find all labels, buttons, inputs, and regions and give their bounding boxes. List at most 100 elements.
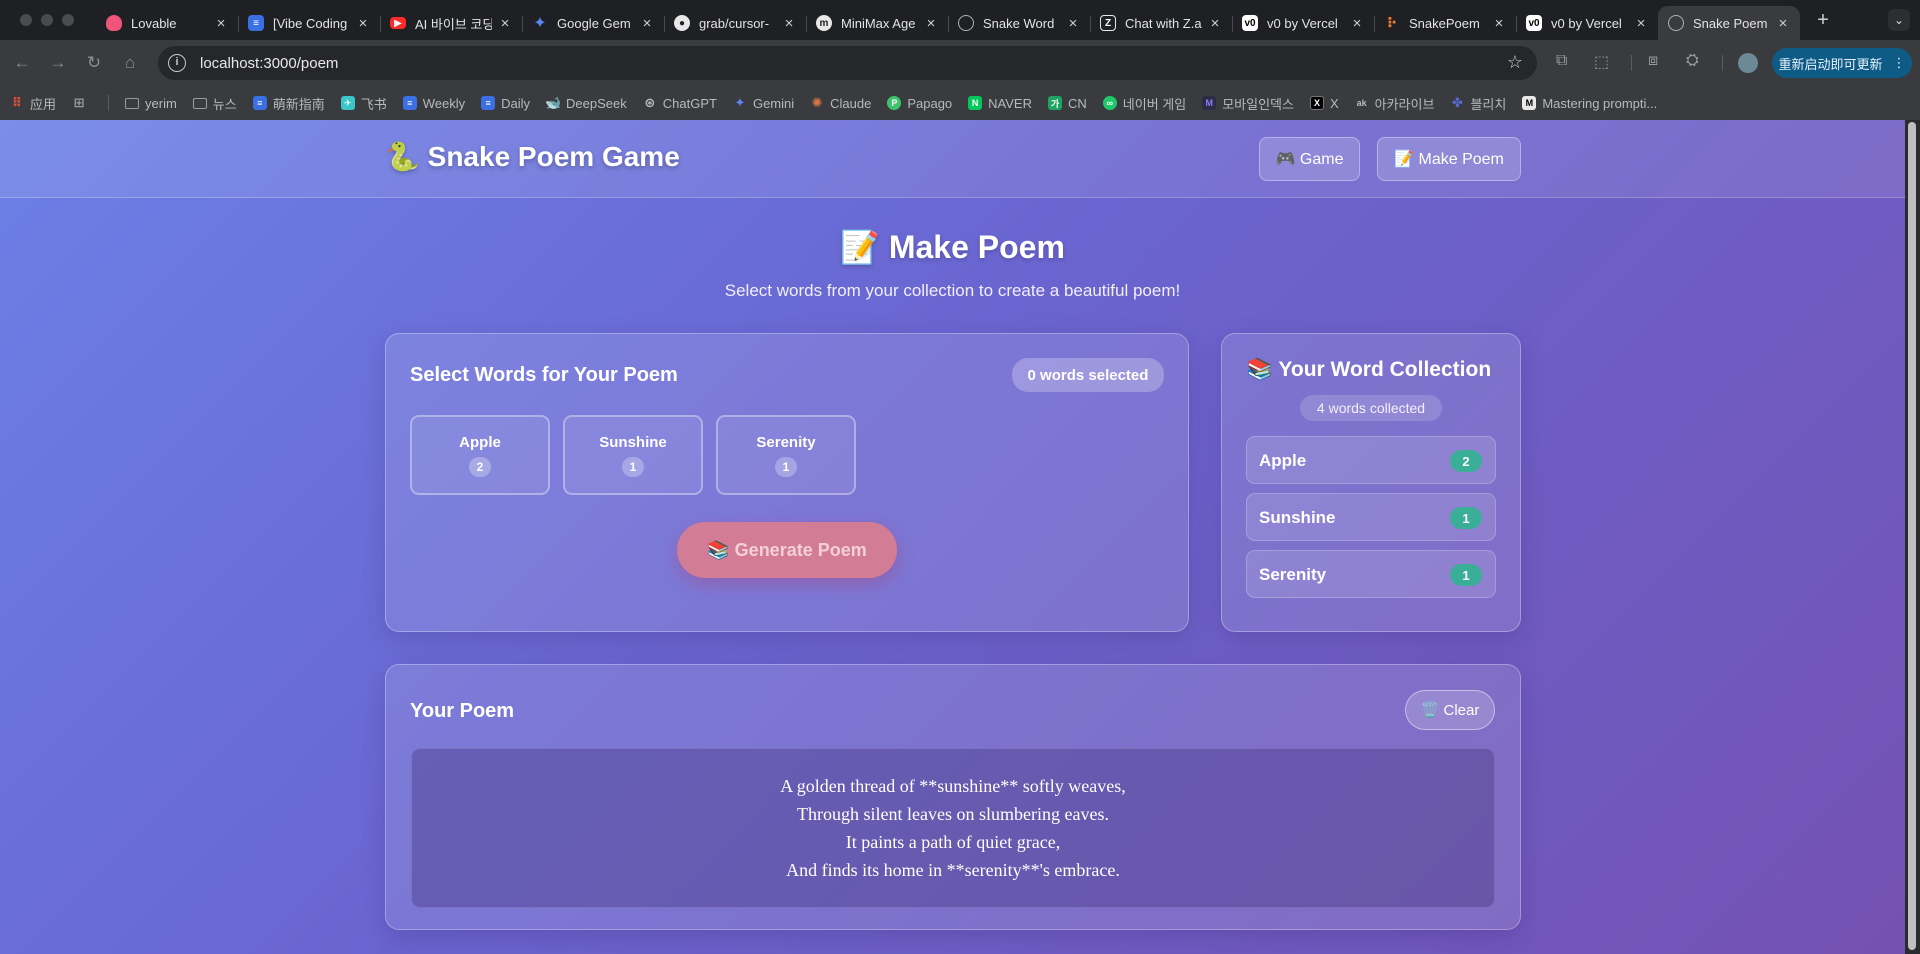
gemini-icon: ✦: [734, 95, 746, 110]
app-brand[interactable]: 🐍 Snake Poem Game: [385, 140, 680, 173]
bookmark-item[interactable]: ∞ 네이버 게임: [1102, 94, 1186, 113]
browser-tab[interactable]: Z Chat with Z.a ×: [1090, 7, 1232, 39]
tab-search-button[interactable]: ⌄: [1888, 9, 1910, 31]
close-tab-icon[interactable]: ×: [1776, 15, 1790, 32]
docs-icon: ≡: [248, 15, 264, 31]
browser-tab[interactable]: m MiniMax Age ×: [806, 7, 948, 39]
close-tab-icon[interactable]: ×: [1634, 15, 1648, 32]
close-tab-icon[interactable]: ×: [1066, 15, 1080, 32]
browser-tab-active[interactable]: Snake Poem ×: [1658, 6, 1800, 40]
translate-extension-icon[interactable]: ⧉: [1556, 52, 1567, 70]
minimax-icon: m: [816, 15, 832, 31]
browser-tab[interactable]: v0 v0 by Vercel ×: [1516, 7, 1658, 39]
bookmark-label: Gemini: [752, 95, 795, 111]
poem-line: A golden thread of **sunshine** softly w…: [780, 776, 1126, 796]
nav-game-button[interactable]: 🎮 Game: [1259, 137, 1360, 181]
bookmark-item[interactable]: P Papago: [887, 96, 952, 111]
close-tab-icon[interactable]: ×: [1350, 15, 1364, 32]
site-info-icon[interactable]: i: [168, 54, 186, 72]
collection-title: 📚 Your Word Collection: [1246, 358, 1492, 381]
close-tab-icon[interactable]: ×: [498, 15, 512, 32]
scrollbar-thumb[interactable]: [1908, 122, 1916, 950]
word-card-sunshine[interactable]: Sunshine 1: [563, 415, 703, 495]
close-tab-icon[interactable]: ×: [1492, 15, 1506, 32]
update-browser-button[interactable]: 重新启动即可更新 ⋮: [1772, 48, 1912, 78]
url-text[interactable]: localhost:3000/poem: [200, 55, 338, 72]
forward-arrow-icon[interactable]: →: [40, 53, 76, 73]
translate-page-icon[interactable]: ⧈: [1648, 52, 1658, 70]
puzzle-extension-icon[interactable]: ⬚: [1594, 52, 1609, 72]
bookmark-tab-groups[interactable]: ⊞: [72, 95, 92, 110]
tab-title: grab/cursor-: [699, 15, 770, 31]
bookmark-label: 뉴스: [212, 96, 237, 112]
close-window-dot[interactable]: [20, 14, 32, 26]
close-tab-icon[interactable]: ×: [214, 15, 228, 32]
collection-item-label: Serenity: [1259, 565, 1327, 584]
maximize-window-dot[interactable]: [62, 14, 74, 26]
page-scrollbar[interactable]: [1905, 120, 1920, 954]
bookmark-item[interactable]: ≡ Daily: [481, 96, 530, 111]
bookmark-item[interactable]: ≡ 萌新指南: [252, 94, 325, 113]
close-tab-icon[interactable]: ×: [782, 15, 796, 32]
close-tab-icon[interactable]: ×: [356, 15, 370, 32]
bookmark-item[interactable]: ≡ Weekly: [402, 96, 465, 111]
gemini-icon: ✦: [533, 15, 547, 32]
browser-tab[interactable]: Snake Word ×: [948, 7, 1090, 39]
bookmark-item[interactable]: ✺ Claude: [810, 95, 872, 111]
bookmark-apps[interactable]: ⠿ 应用: [10, 94, 56, 113]
browser-tab[interactable]: Lovable ×: [96, 7, 238, 39]
generate-poem-button[interactable]: 📚 Generate Poem: [677, 522, 897, 578]
docs-icon: ≡: [481, 96, 496, 110]
bookmark-item[interactable]: ✈ 飞书: [340, 94, 387, 113]
word-card-serenity[interactable]: Serenity 1: [716, 415, 856, 495]
bookmark-star-icon[interactable]: ☆: [1507, 52, 1523, 73]
bookmark-item[interactable]: 🐋 DeepSeek: [545, 95, 627, 111]
bookmark-label: 飞书: [360, 96, 387, 112]
bookmark-item[interactable]: M Mastering prompti...: [1522, 96, 1657, 111]
browser-tab[interactable]: ⠗ SnakePoem ×: [1374, 7, 1516, 39]
bookmark-item[interactable]: ✦ Gemini: [733, 95, 795, 111]
select-words-title: Select Words for Your Poem: [410, 364, 678, 386]
lovable-heart-icon: [106, 15, 122, 31]
bookmark-item[interactable]: M 모바일인덱스: [1202, 94, 1294, 113]
browser-tab[interactable]: ▶ AI 바이브 코딩 ×: [380, 7, 522, 39]
reload-icon[interactable]: ↻: [76, 53, 112, 73]
close-tab-icon[interactable]: ×: [924, 15, 938, 32]
bookmark-label: Claude: [830, 95, 872, 111]
profile-avatar[interactable]: [1738, 53, 1758, 73]
bookmark-item[interactable]: ak 아카라이브: [1355, 94, 1435, 113]
bookmark-item[interactable]: N NAVER: [968, 96, 1032, 111]
minimize-window-dot[interactable]: [41, 14, 53, 26]
browser-tab[interactable]: v0 v0 by Vercel ×: [1232, 7, 1374, 39]
browser-tab[interactable]: ✦ Google Gem ×: [522, 7, 664, 39]
close-tab-icon[interactable]: ×: [1208, 15, 1222, 32]
incognito-extension-icon[interactable]: ⛭: [1686, 52, 1699, 70]
address-bar[interactable]: i localhost:3000/poem ☆: [158, 46, 1537, 80]
claude-icon: ✺: [811, 95, 823, 110]
bookmark-label: Daily: [501, 95, 531, 111]
word-card-apple[interactable]: Apple 2: [410, 415, 550, 495]
home-icon[interactable]: ⌂: [112, 53, 148, 73]
bookmark-folder-news[interactable]: 뉴스: [192, 94, 237, 113]
bookmark-item[interactable]: 가 CN: [1048, 96, 1087, 111]
nav-make-poem-button[interactable]: 📝 Make Poem: [1377, 137, 1521, 181]
browser-tab-strip: Lovable × ≡ [Vibe Coding × ▶ AI 바이브 코딩 × ✦ Goo…: [0, 0, 1920, 40]
ka-icon: 가: [1048, 96, 1062, 110]
bookmark-item[interactable]: ✤ 블리치: [1450, 94, 1506, 113]
browser-tab[interactable]: ● grab/cursor- ×: [664, 7, 806, 39]
bookmark-label: CN: [1068, 95, 1087, 111]
back-arrow-icon[interactable]: ←: [4, 53, 40, 73]
bookmark-item[interactable]: XX: [1309, 96, 1339, 111]
tab-list: Lovable × ≡ [Vibe Coding × ▶ AI 바이브 코딩 × ✦ Goo…: [96, 0, 1840, 40]
more-menu-icon[interactable]: ⋮: [1893, 55, 1906, 71]
clear-poem-button[interactable]: 🗑️ Clear: [1405, 690, 1495, 730]
close-tab-icon[interactable]: ×: [640, 15, 654, 32]
tab-title: Snake Word: [983, 15, 1055, 31]
feishu-icon: ✈: [340, 96, 355, 110]
bookmark-item[interactable]: ⊛ ChatGPT: [643, 95, 717, 111]
bookmark-folder-yerim[interactable]: yerim: [125, 96, 177, 111]
browser-tab[interactable]: ≡ [Vibe Coding ×: [238, 7, 380, 39]
z-icon: Z: [1100, 15, 1116, 31]
new-tab-button[interactable]: +: [1806, 9, 1840, 32]
bookmark-label: Mastering prompti...: [1542, 95, 1658, 111]
